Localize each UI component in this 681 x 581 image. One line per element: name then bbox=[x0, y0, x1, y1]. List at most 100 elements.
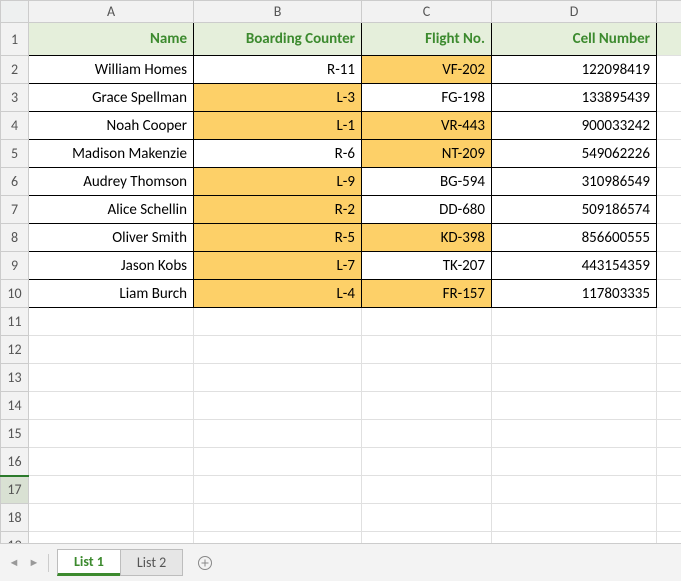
row-header[interactable]: 12 bbox=[1, 336, 29, 364]
cell-C8[interactable]: KD-398 bbox=[362, 224, 492, 252]
col-header-A[interactable]: A bbox=[29, 1, 194, 23]
cell-extra-6[interactable] bbox=[657, 168, 681, 196]
cell-extra-8[interactable] bbox=[657, 224, 681, 252]
cell-A7[interactable]: Alice Schellin bbox=[29, 196, 194, 224]
cell-D2[interactable]: 122098419 bbox=[492, 56, 657, 84]
cell-A13[interactable] bbox=[29, 364, 194, 392]
col-header-C[interactable]: C bbox=[362, 1, 492, 23]
cell-A16[interactable] bbox=[29, 448, 194, 476]
cell-B2[interactable]: R-11 bbox=[194, 56, 362, 84]
cell-A6[interactable]: Audrey Thomson bbox=[29, 168, 194, 196]
cell-extra-9[interactable] bbox=[657, 252, 681, 280]
row-header[interactable]: 17 bbox=[1, 476, 29, 504]
cell-A12[interactable] bbox=[29, 336, 194, 364]
row-header[interactable]: 13 bbox=[1, 364, 29, 392]
cell-C19[interactable] bbox=[362, 532, 492, 544]
cell-extra-2[interactable] bbox=[657, 56, 681, 84]
cell-A10[interactable]: Liam Burch bbox=[29, 280, 194, 308]
row-header[interactable]: 7 bbox=[1, 196, 29, 224]
cell-extra-5[interactable] bbox=[657, 140, 681, 168]
cell-extra-16[interactable] bbox=[657, 448, 681, 476]
cell-B14[interactable] bbox=[194, 392, 362, 420]
row-header[interactable]: 16 bbox=[1, 448, 29, 476]
row-header[interactable]: 19 bbox=[1, 532, 29, 544]
select-all-corner[interactable] bbox=[1, 1, 29, 23]
cell-C16[interactable] bbox=[362, 448, 492, 476]
cell-C7[interactable]: DD-680 bbox=[362, 196, 492, 224]
cell-D1[interactable]: Cell Number bbox=[492, 23, 657, 56]
cell-D12[interactable] bbox=[492, 336, 657, 364]
cell-A15[interactable] bbox=[29, 420, 194, 448]
cell-B7[interactable]: R-2 bbox=[194, 196, 362, 224]
cell-D10[interactable]: 117803335 bbox=[492, 280, 657, 308]
cell-extra-13[interactable] bbox=[657, 364, 681, 392]
cell-D5[interactable]: 549062226 bbox=[492, 140, 657, 168]
cell-D13[interactable] bbox=[492, 364, 657, 392]
cell-extra-11[interactable] bbox=[657, 308, 681, 336]
cell-B11[interactable] bbox=[194, 308, 362, 336]
cell-B4[interactable]: L-1 bbox=[194, 112, 362, 140]
cell-extra-17[interactable] bbox=[657, 476, 681, 504]
cell-extra-10[interactable] bbox=[657, 280, 681, 308]
row-header[interactable]: 4 bbox=[1, 112, 29, 140]
cell-B5[interactable]: R-6 bbox=[194, 140, 362, 168]
cell-D19[interactable] bbox=[492, 532, 657, 544]
cell-A2[interactable]: William Homes bbox=[29, 56, 194, 84]
cell-C11[interactable] bbox=[362, 308, 492, 336]
cell-extra-1[interactable] bbox=[657, 23, 681, 56]
add-sheet-button[interactable] bbox=[190, 548, 220, 578]
row-header[interactable]: 8 bbox=[1, 224, 29, 252]
cell-C3[interactable]: FG-198 bbox=[362, 84, 492, 112]
cell-C2[interactable]: VF-202 bbox=[362, 56, 492, 84]
cell-extra-19[interactable] bbox=[657, 532, 681, 544]
cell-D17[interactable] bbox=[492, 476, 657, 504]
col-header-B[interactable]: B bbox=[194, 1, 362, 23]
row-header[interactable]: 2 bbox=[1, 56, 29, 84]
cell-C10[interactable]: FR-157 bbox=[362, 280, 492, 308]
cell-extra-4[interactable] bbox=[657, 112, 681, 140]
row-header[interactable]: 11 bbox=[1, 308, 29, 336]
row-header[interactable]: 6 bbox=[1, 168, 29, 196]
cell-A18[interactable] bbox=[29, 504, 194, 532]
cell-A1[interactable]: Name bbox=[29, 23, 194, 56]
cell-B15[interactable] bbox=[194, 420, 362, 448]
cell-C14[interactable] bbox=[362, 392, 492, 420]
cell-D8[interactable]: 856600555 bbox=[492, 224, 657, 252]
cell-A3[interactable]: Grace Spellman bbox=[29, 84, 194, 112]
cell-C6[interactable]: BG-594 bbox=[362, 168, 492, 196]
tab-nav-prev[interactable]: ◄ bbox=[4, 551, 24, 575]
cell-B1[interactable]: Boarding Counter bbox=[194, 23, 362, 56]
cell-D6[interactable]: 310986549 bbox=[492, 168, 657, 196]
spreadsheet-grid[interactable]: A B C D 1NameBoarding CounterFlight No.C… bbox=[0, 0, 681, 543]
cell-A11[interactable] bbox=[29, 308, 194, 336]
sheet-tab-list-2[interactable]: List 2 bbox=[120, 549, 183, 576]
cell-D3[interactable]: 133895439 bbox=[492, 84, 657, 112]
cell-extra-18[interactable] bbox=[657, 504, 681, 532]
cell-A14[interactable] bbox=[29, 392, 194, 420]
cell-A9[interactable]: Jason Kobs bbox=[29, 252, 194, 280]
row-header[interactable]: 9 bbox=[1, 252, 29, 280]
col-header-extra[interactable] bbox=[657, 1, 681, 23]
cell-C9[interactable]: TK-207 bbox=[362, 252, 492, 280]
cell-D18[interactable] bbox=[492, 504, 657, 532]
cell-extra-7[interactable] bbox=[657, 196, 681, 224]
cell-B19[interactable] bbox=[194, 532, 362, 544]
cell-B12[interactable] bbox=[194, 336, 362, 364]
cell-D11[interactable] bbox=[492, 308, 657, 336]
cell-extra-14[interactable] bbox=[657, 392, 681, 420]
cell-extra-3[interactable] bbox=[657, 84, 681, 112]
cell-D14[interactable] bbox=[492, 392, 657, 420]
cell-B6[interactable]: L-9 bbox=[194, 168, 362, 196]
cell-B10[interactable]: L-4 bbox=[194, 280, 362, 308]
cell-C15[interactable] bbox=[362, 420, 492, 448]
cell-B16[interactable] bbox=[194, 448, 362, 476]
cell-C17[interactable] bbox=[362, 476, 492, 504]
cell-D4[interactable]: 900033242 bbox=[492, 112, 657, 140]
cell-D15[interactable] bbox=[492, 420, 657, 448]
cell-D16[interactable] bbox=[492, 448, 657, 476]
row-header[interactable]: 3 bbox=[1, 84, 29, 112]
cell-C1[interactable]: Flight No. bbox=[362, 23, 492, 56]
cell-C18[interactable] bbox=[362, 504, 492, 532]
cell-A17[interactable] bbox=[29, 476, 194, 504]
cell-C4[interactable]: VR-443 bbox=[362, 112, 492, 140]
